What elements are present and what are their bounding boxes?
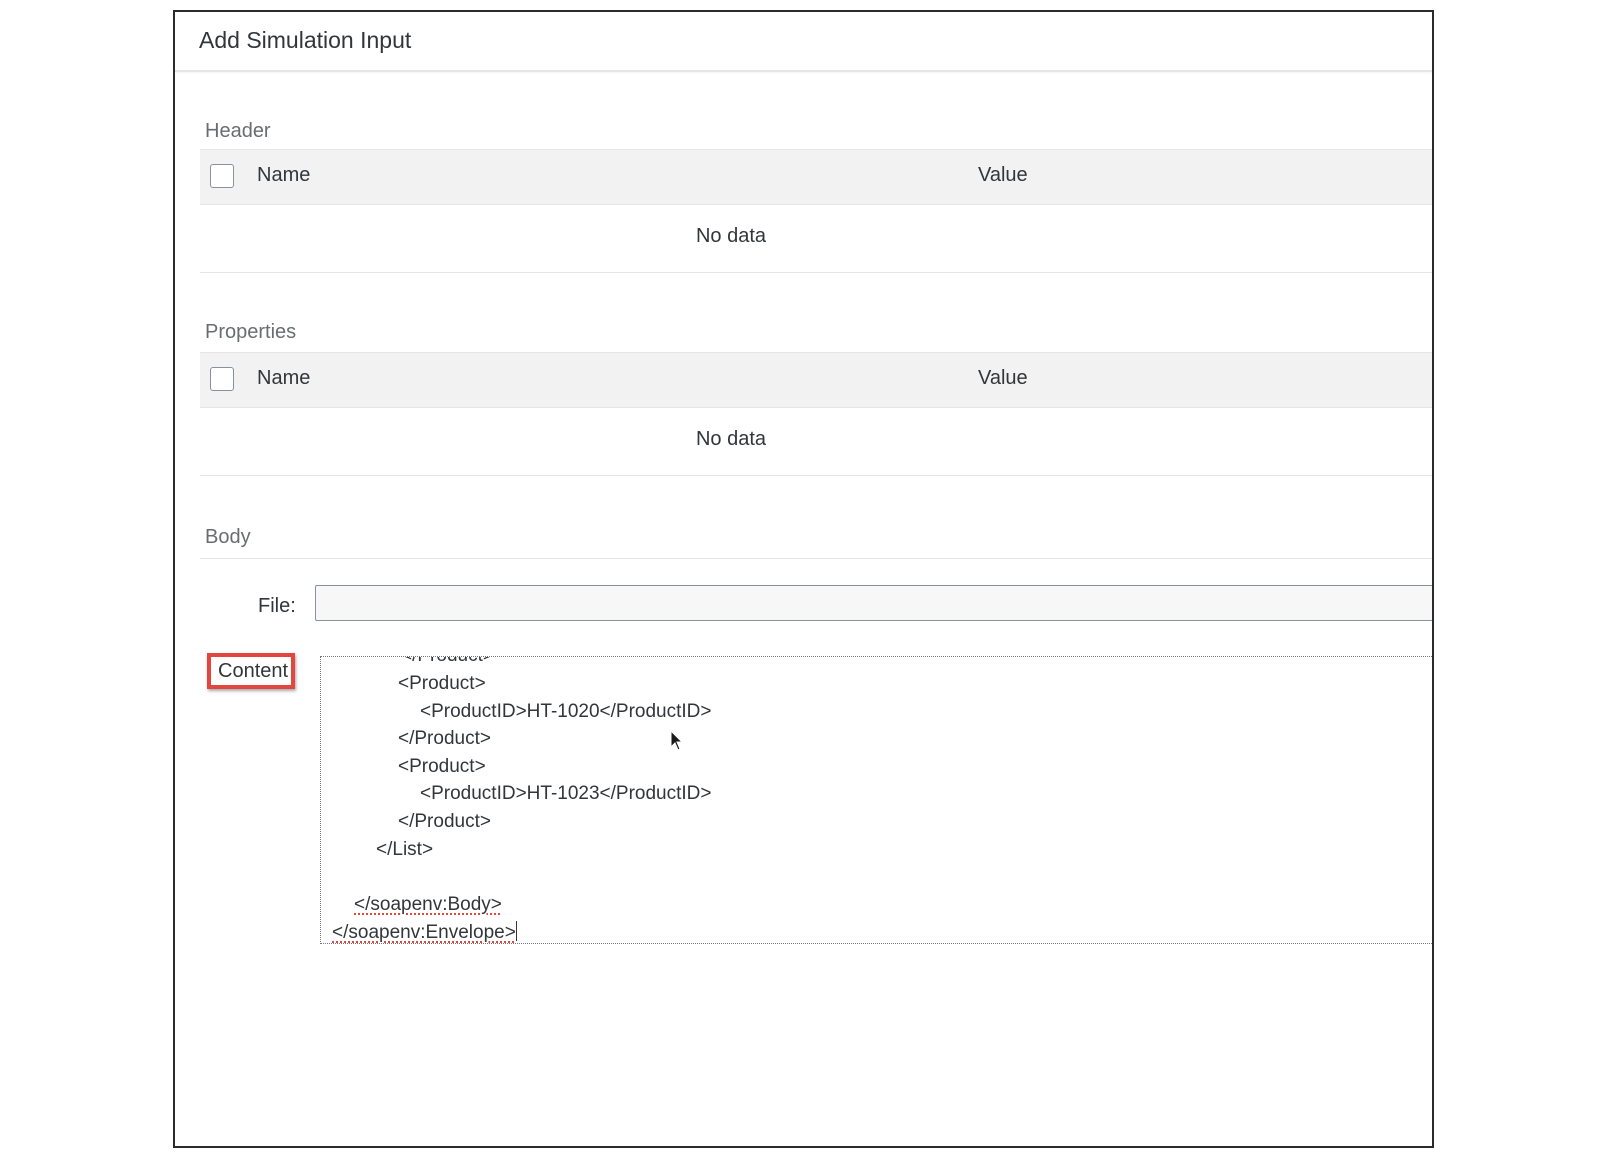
properties-no-data-text: No data [695, 428, 767, 450]
body-divider [200, 558, 1432, 559]
dialog-header: Add Simulation Input [175, 12, 1432, 72]
code-line: <Product> [398, 756, 486, 777]
content-label: Content [218, 660, 289, 682]
code-line: </Product> [398, 728, 491, 749]
properties-section-title: Properties [205, 321, 297, 343]
add-simulation-input-dialog: Add Simulation Input Header Name Value N… [173, 10, 1434, 1148]
dialog-title: Add Simulation Input [199, 27, 412, 53]
properties-name-column[interactable]: Name [257, 367, 310, 390]
header-no-data-text: No data [695, 225, 767, 247]
header-table-column-row: Name Value [200, 149, 1432, 205]
content-textarea[interactable]: </Product> <Product> <ProductID>HT-1020<… [320, 656, 1432, 944]
properties-table-column-row: Name Value [200, 352, 1432, 408]
properties-select-all-checkbox[interactable] [210, 367, 234, 391]
body-section-title: Body [205, 526, 251, 548]
header-name-column[interactable]: Name [257, 164, 310, 187]
code-line-last: </soapenv:Envelope> [332, 921, 518, 943]
code-line-text: </soapenv:Envelope> [332, 922, 516, 943]
code-line: </soapenv:Body> [354, 894, 502, 915]
text-caret [515, 921, 518, 941]
header-value-column[interactable]: Value [978, 164, 1028, 187]
file-label: File: [258, 595, 296, 617]
code-line: <Product> [398, 673, 486, 694]
code-line: <ProductID>HT-1020</ProductID> [420, 701, 712, 722]
mouse-pointer-icon [670, 730, 684, 751]
header-table-empty-row: No data [200, 204, 1432, 273]
code-line: </Product> [401, 657, 494, 667]
header-section-title: Header [205, 120, 271, 142]
code-line: <ProductID>HT-1023</ProductID> [420, 783, 712, 804]
content-label-highlight: Content [207, 653, 295, 689]
code-line: </List> [376, 839, 434, 860]
properties-value-column[interactable]: Value [978, 367, 1028, 390]
file-upload-input[interactable] [315, 585, 1432, 621]
header-select-all-checkbox[interactable] [210, 164, 234, 188]
properties-table-empty-row: No data [200, 407, 1432, 476]
code-line: </Product> [398, 811, 491, 832]
